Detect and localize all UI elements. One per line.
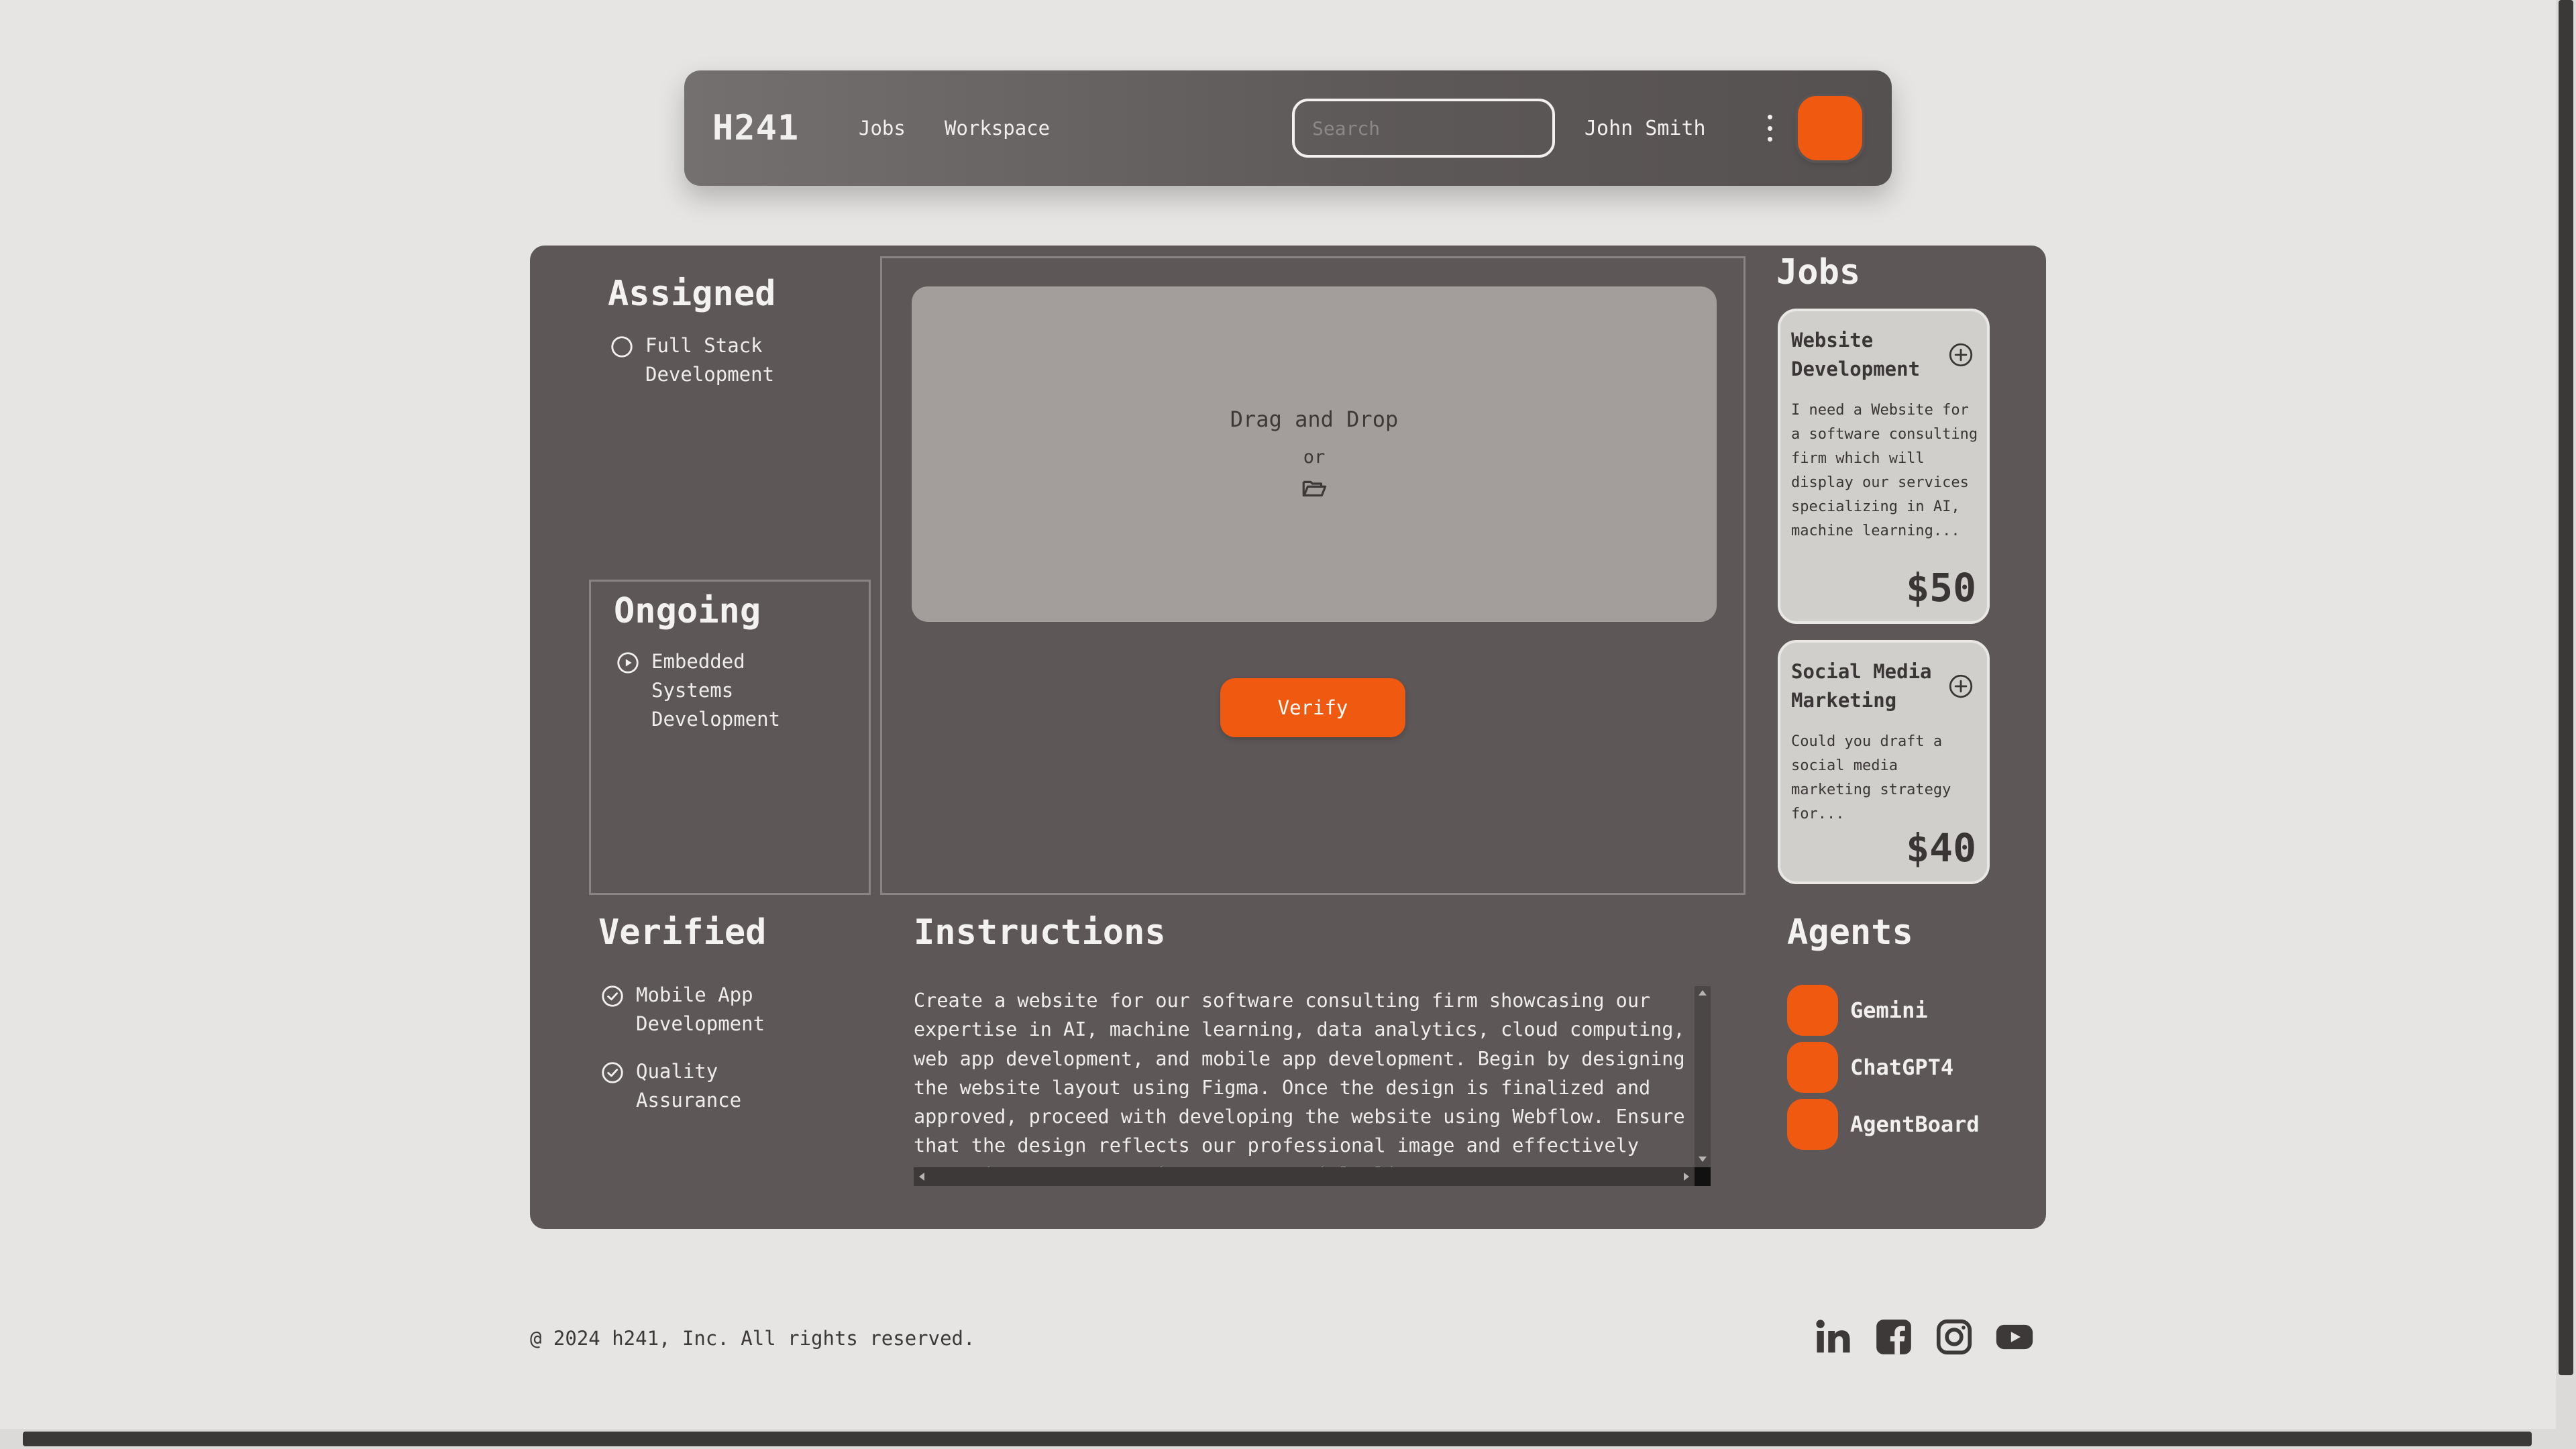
scrollbar-corner [1695, 1167, 1711, 1186]
job-card-description: Could you draft a social media marketing… [1791, 733, 1951, 822]
job-card[interactable]: Website Development I need a Website for… [1778, 309, 1990, 624]
verify-button[interactable]: Verify [1220, 678, 1405, 737]
nav-link-jobs[interactable]: Jobs [859, 117, 906, 140]
brand-logo[interactable]: H241 [712, 108, 799, 148]
ongoing-item-label: Embedded Systems Development [651, 650, 781, 731]
instructions-title: Instructions [914, 912, 1166, 953]
job-card-price: $50 [1906, 565, 1976, 610]
ongoing-section: Ongoing Embedded Systems Development [589, 580, 871, 895]
folder-open-icon[interactable] [1300, 474, 1328, 502]
ongoing-title: Ongoing [614, 591, 761, 631]
play-circle-icon [617, 652, 639, 674]
page-scrollbar-corner [2556, 1429, 2576, 1449]
job-card-price: $40 [1906, 825, 1976, 871]
verified-item[interactable]: Quality Assurance [600, 1057, 810, 1115]
page-horizontal-scrollbar[interactable] [0, 1429, 2556, 1449]
instructions-text: Create a website for our software consul… [914, 989, 1685, 1186]
agent-name: AgentBoard [1850, 1112, 1980, 1137]
check-circle-icon [602, 1062, 623, 1083]
verified-item-label: Quality Assurance [636, 1060, 742, 1112]
search-box [1292, 99, 1555, 158]
instructions-vertical-scrollbar[interactable] [1695, 986, 1711, 1186]
job-card-description: I need a Website for a software consulti… [1791, 402, 1978, 539]
add-circle-icon[interactable] [1947, 672, 1975, 700]
job-card[interactable]: Social Media Marketing Could you draft a… [1778, 640, 1990, 884]
verified-item[interactable]: Mobile App Development [600, 981, 810, 1038]
agent-item-agentboard[interactable]: AgentBoard [1787, 1099, 1980, 1150]
workspace-panel: Assigned Full Stack Development Ongoing … [530, 246, 2046, 1229]
job-card-title: Website Development [1791, 329, 1921, 380]
nav-link-workspace[interactable]: Workspace [945, 117, 1050, 140]
agent-avatar [1787, 1042, 1838, 1093]
agent-name: Gemini [1850, 998, 1928, 1023]
drop-zone[interactable]: Drag and Drop or [912, 286, 1717, 622]
assigned-item-label: Full Stack Development [645, 334, 775, 386]
facebook-icon[interactable] [1873, 1316, 1915, 1358]
agent-item-chatgpt4[interactable]: ChatGPT4 [1787, 1042, 1953, 1093]
add-circle-icon[interactable] [1947, 341, 1975, 369]
job-card-title: Social Media Marketing [1791, 660, 1932, 712]
user-name[interactable]: John Smith [1585, 117, 1706, 140]
youtube-icon[interactable] [1994, 1316, 2035, 1358]
verified-title: Verified [598, 912, 767, 953]
top-navbar: H241 Jobs Workspace John Smith [684, 70, 1892, 186]
copyright-text: @ 2024 h241, Inc. All rights reserved. [530, 1327, 975, 1350]
linkedin-icon[interactable] [1813, 1316, 1854, 1358]
agents-title: Agents [1787, 912, 1913, 953]
instructions-textarea[interactable]: Create a website for our software consul… [914, 986, 1711, 1186]
assigned-item[interactable]: Full Stack Development [609, 331, 820, 389]
verified-item-label: Mobile App Development [636, 983, 765, 1035]
more-options-icon[interactable] [1763, 115, 1776, 142]
search-input[interactable] [1312, 117, 1553, 140]
jobs-title: Jobs [1776, 252, 1861, 292]
drop-zone-title: Drag and Drop [1230, 406, 1399, 432]
agent-avatar [1787, 985, 1838, 1036]
assigned-title: Assigned [608, 274, 776, 314]
upload-section: Drag and Drop or Verify [880, 256, 1746, 895]
agent-avatar [1787, 1099, 1838, 1150]
user-avatar[interactable] [1798, 96, 1862, 160]
page-vertical-scrollbar[interactable] [2556, 0, 2576, 1429]
check-circle-icon [602, 985, 623, 1007]
circle-empty-icon [611, 336, 633, 358]
agent-item-gemini[interactable]: Gemini [1787, 985, 1928, 1036]
agent-name: ChatGPT4 [1850, 1055, 1954, 1080]
instagram-icon[interactable] [1933, 1316, 1975, 1358]
drop-zone-or: or [1303, 446, 1326, 468]
ongoing-item[interactable]: Embedded Systems Development [615, 647, 826, 734]
instructions-horizontal-scrollbar[interactable] [914, 1167, 1695, 1186]
